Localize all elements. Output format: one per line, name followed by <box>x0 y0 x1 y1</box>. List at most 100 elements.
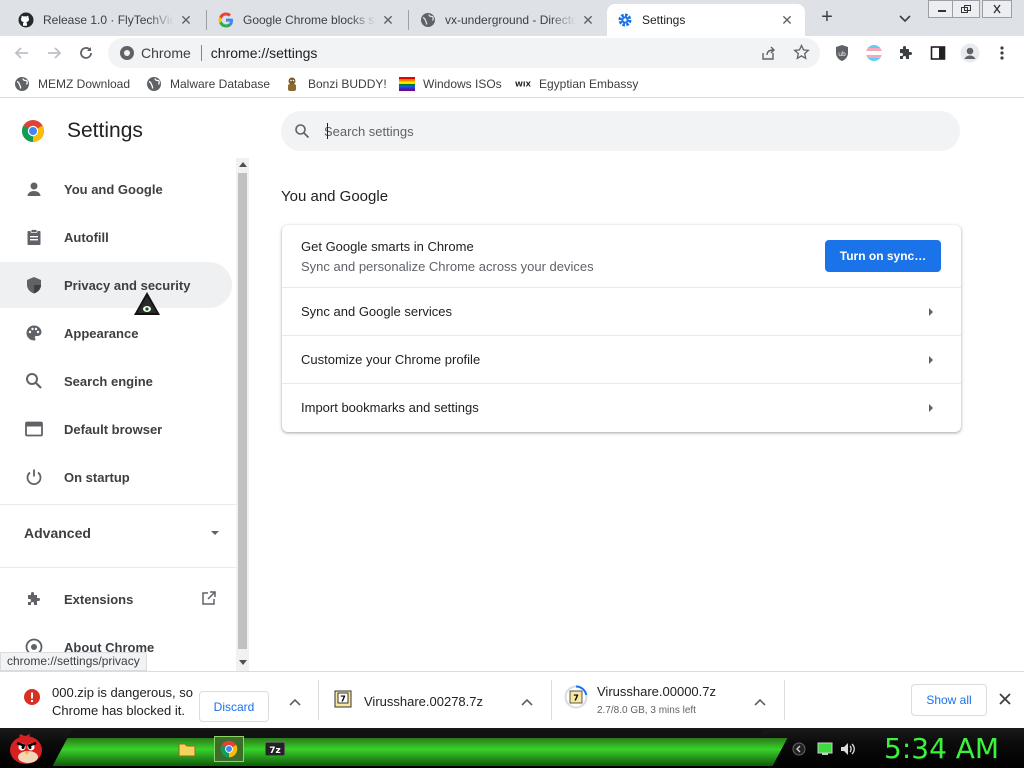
download-item-blocked[interactable]: 000.zip is dangerous, so Chrome has bloc… <box>0 678 318 722</box>
bookmark-label: Bonzi BUDDY! <box>308 77 387 91</box>
download-item-virusshare-00000[interactable]: 7 Virusshare.00000.7z 2.7/8.0 GB, 3 mins… <box>552 678 784 722</box>
open-in-new-icon[interactable] <box>201 590 217 606</box>
profile-avatar-icon[interactable] <box>959 42 981 64</box>
close-shelf-icon[interactable] <box>998 692 1012 706</box>
sidebar-scrollbar[interactable] <box>236 158 249 671</box>
globe-icon <box>14 76 30 92</box>
extensions-puzzle-icon <box>24 589 44 609</box>
sidebar-item-default-browser[interactable]: Default browser <box>0 406 232 452</box>
bookmark-malware-database[interactable]: Malware Database <box>146 75 270 93</box>
tab-vx-underground[interactable]: vx-underground - Directory ✕ <box>410 4 606 36</box>
back-button[interactable] <box>11 42 33 64</box>
tab-title: Google Chrome blocks something <box>243 13 376 27</box>
tab-separator <box>206 10 207 30</box>
chevron-up-icon[interactable] <box>752 694 768 710</box>
settings-gear-icon <box>617 12 633 28</box>
tray-volume-icon[interactable] <box>840 742 856 756</box>
arrow-right-icon <box>929 308 933 316</box>
section-title: You and Google <box>281 188 389 205</box>
sidebar-item-on-startup[interactable]: On startup <box>0 454 232 500</box>
taskbar-green-band <box>52 738 788 766</box>
chevron-up-icon[interactable] <box>287 694 303 710</box>
blocked-message-line1: 000.zip is dangerous, so <box>52 685 193 700</box>
tab-settings[interactable]: Settings ✕ <box>607 4 805 36</box>
svg-text:WIX: WIX <box>515 80 531 89</box>
address-bar[interactable]: Chrome chrome://settings <box>108 38 820 68</box>
extensions-puzzle-icon[interactable] <box>895 42 917 64</box>
chevron-up-icon[interactable] <box>519 694 535 710</box>
sidebar-item-you-and-google[interactable]: You and Google <box>0 166 232 212</box>
turn-on-sync-button[interactable]: Turn on sync… <box>825 240 941 272</box>
scroll-down-arrow-icon[interactable] <box>239 660 247 665</box>
show-all-button[interactable]: Show all <box>911 684 987 716</box>
bookmark-egyptian-embassy[interactable]: WIX Egyptian Embassy <box>515 75 638 93</box>
tab-separator <box>408 10 409 30</box>
download-shelf: 000.zip is dangerous, so Chrome has bloc… <box>0 671 1024 728</box>
share-icon[interactable] <box>761 45 777 61</box>
row-import-bookmarks[interactable]: Import bookmarks and settings <box>282 383 961 431</box>
row-sync-and-google-services[interactable]: Sync and Google services <box>282 287 961 335</box>
taskbar-file-explorer-icon[interactable] <box>172 736 202 762</box>
start-button-angry-bird-icon[interactable] <box>6 730 46 766</box>
site-label: Chrome <box>141 45 191 61</box>
bookmark-label: MEMZ Download <box>38 77 131 91</box>
url-text[interactable]: chrome://settings <box>211 45 318 61</box>
sidebar-item-label: Appearance <box>64 325 139 341</box>
side-panel-icon[interactable] <box>927 42 949 64</box>
sidebar-item-privacy-and-security[interactable]: Privacy and security <box>0 262 232 308</box>
new-tab-button[interactable]: + <box>815 6 839 30</box>
power-icon <box>24 467 44 487</box>
scroll-up-arrow-icon[interactable] <box>239 162 247 167</box>
search-settings-box[interactable] <box>281 111 960 151</box>
ublock-shield-icon[interactable]: ub <box>831 42 853 64</box>
bookmark-star-icon[interactable] <box>793 44 810 61</box>
tab-memz-release[interactable]: Release 1.0 · FlyTechVideos/MEMZ ✕ <box>8 4 204 36</box>
close-tab-icon[interactable]: ✕ <box>178 12 194 28</box>
toolbar: Chrome chrome://settings ub <box>0 36 1024 70</box>
close-tab-icon[interactable]: ✕ <box>380 12 396 28</box>
download-separator <box>784 680 785 720</box>
sidebar-item-search-engine[interactable]: Search engine <box>0 358 232 404</box>
rainbow-flag-icon <box>399 76 415 92</box>
close-window-button[interactable] <box>982 0 1012 18</box>
search-icon <box>294 123 310 139</box>
sidebar-item-label: Extensions <box>64 591 134 607</box>
taskbar-chrome-icon[interactable] <box>214 736 244 762</box>
restore-button[interactable] <box>952 0 980 18</box>
row-customize-chrome-profile[interactable]: Customize your Chrome profile <box>282 335 961 383</box>
text-caret <box>327 123 328 139</box>
close-tab-icon[interactable]: ✕ <box>580 12 596 28</box>
taskbar-7zip-icon[interactable]: 7z <box>260 736 290 762</box>
tab-title: Settings <box>642 13 686 27</box>
sidebar-item-extensions[interactable]: Extensions <box>0 576 232 622</box>
bookmark-bonzi-buddy[interactable]: Bonzi BUDDY! <box>284 75 387 93</box>
scrollbar-thumb[interactable] <box>238 173 247 649</box>
download-progress-text: 2.7/8.0 GB, 3 mins left <box>597 705 696 716</box>
tab-google-chrome-blocks[interactable]: Google Chrome blocks something ✕ <box>208 4 406 36</box>
forward-button[interactable] <box>43 42 65 64</box>
kebab-menu-icon[interactable] <box>991 42 1013 64</box>
blocked-message-line2: Chrome has blocked it. <box>52 703 185 718</box>
trans-flag-extension-icon[interactable] <box>863 42 885 64</box>
svg-text:7z: 7z <box>269 746 281 756</box>
tray-show-hidden-icon[interactable] <box>791 742 807 756</box>
reload-button[interactable] <box>75 42 97 64</box>
search-input[interactable] <box>324 123 824 139</box>
bookmark-memz-download[interactable]: MEMZ Download <box>14 75 130 93</box>
close-tab-icon[interactable]: ✕ <box>779 12 795 28</box>
download-item-virusshare-00278[interactable]: 7 Virusshare.00278.7z <box>319 678 551 722</box>
danger-warning-icon <box>24 689 40 705</box>
bonzi-icon <box>284 76 300 92</box>
taskbar-clock[interactable]: 5:34 AM <box>884 732 999 765</box>
arrow-right-icon <box>929 404 933 412</box>
sidebar-item-autofill[interactable]: Autofill <box>0 214 232 260</box>
sidebar-advanced-toggle[interactable]: Advanced <box>24 518 220 548</box>
settings-page: Settings You and Google Autofill Privacy… <box>0 99 1024 671</box>
browser-window: Release 1.0 · FlyTechVideos/MEMZ ✕ Googl… <box>0 0 1024 768</box>
settings-sidebar: You and Google Autofill Privacy and secu… <box>0 165 236 671</box>
tray-network-icon[interactable] <box>817 742 833 756</box>
discard-button[interactable]: Discard <box>199 691 269 722</box>
tab-search-chevron-icon[interactable] <box>895 8 915 28</box>
sidebar-item-appearance[interactable]: Appearance <box>0 310 232 356</box>
bookmark-windows-isos[interactable]: Windows ISOs <box>399 75 502 93</box>
